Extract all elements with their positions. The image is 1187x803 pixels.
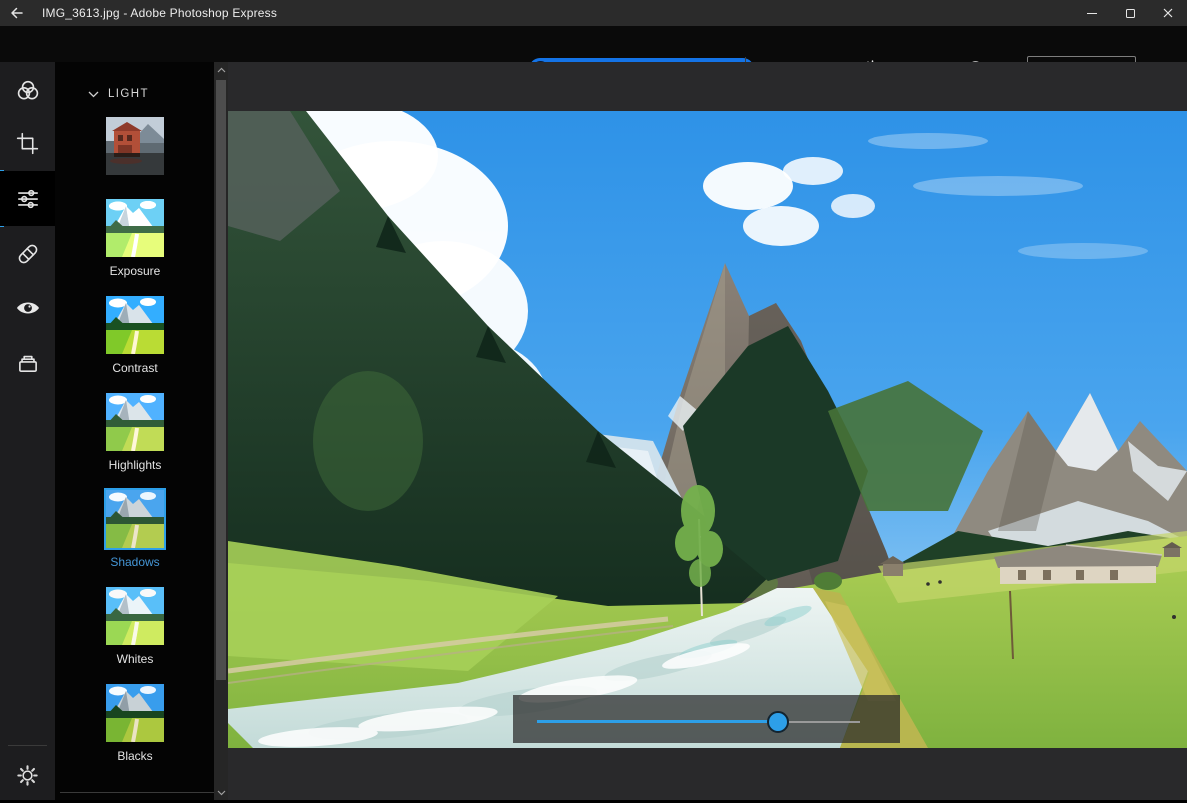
adjustment-thumbnail[interactable] bbox=[106, 117, 164, 175]
slider-fill bbox=[537, 720, 778, 723]
tool-rail bbox=[0, 62, 55, 800]
panel-scrollbar[interactable] bbox=[214, 62, 228, 800]
adjustment-label: Contrast bbox=[112, 359, 157, 378]
adjustment-thumbnail[interactable] bbox=[106, 587, 164, 645]
window-title: IMG_3613.jpg - Adobe Photoshop Express bbox=[42, 6, 277, 20]
adjustment-item[interactable]: Shadows bbox=[106, 490, 164, 572]
adjustment-label: Blacks bbox=[117, 747, 152, 766]
tool-adjustments[interactable] bbox=[0, 171, 55, 226]
thumbnail-preview-image bbox=[106, 199, 164, 257]
light-section-header[interactable]: LIGHT bbox=[55, 86, 228, 102]
adjustment-label: Shadows bbox=[110, 553, 159, 572]
adjustment-label: Highlights bbox=[109, 456, 162, 475]
maximize-button[interactable] bbox=[1111, 0, 1149, 26]
adjustment-item[interactable]: Whites bbox=[106, 587, 164, 669]
window-controls bbox=[1073, 0, 1187, 26]
adjustment-thumbnail[interactable] bbox=[106, 490, 164, 548]
tool-looks[interactable] bbox=[0, 62, 55, 117]
thumbnail-preview-image bbox=[106, 587, 164, 645]
light-section-label: LIGHT bbox=[108, 88, 149, 100]
thumbnail-preview-image bbox=[106, 117, 164, 175]
minimize-button[interactable] bbox=[1073, 0, 1111, 26]
slider-track[interactable] bbox=[537, 720, 860, 723]
thumbnail-preview-image bbox=[106, 296, 164, 354]
tool-borders[interactable] bbox=[0, 335, 55, 390]
adjustment-item[interactable]: Exposure bbox=[106, 199, 164, 281]
gear-icon bbox=[15, 763, 40, 788]
adjustment-list: Exposure bbox=[55, 117, 215, 781]
healing-bandaid-icon bbox=[15, 241, 41, 267]
adjustment-label: Exposure bbox=[110, 262, 161, 281]
close-icon bbox=[1163, 8, 1173, 18]
tool-crop[interactable] bbox=[0, 116, 55, 171]
adjustment-item[interactable]: Highlights bbox=[106, 393, 164, 475]
adjustment-thumbnail[interactable] bbox=[106, 296, 164, 354]
settings-button[interactable] bbox=[0, 748, 55, 803]
mountain-landscape-photo bbox=[228, 111, 1187, 748]
adjustment-thumbnail[interactable] bbox=[106, 393, 164, 451]
adjustments-sliders-icon bbox=[15, 186, 41, 212]
chevron-down-icon bbox=[217, 790, 226, 796]
adjustment-thumbnail[interactable] bbox=[106, 684, 164, 742]
thumbnail-preview-image bbox=[106, 393, 164, 451]
borders-stack-icon bbox=[15, 350, 41, 376]
adjustment-thumbnail[interactable] bbox=[106, 199, 164, 257]
adjustment-item[interactable]: Contrast bbox=[106, 296, 164, 378]
photo-canvas[interactable] bbox=[228, 111, 1187, 748]
tool-healing[interactable] bbox=[0, 226, 55, 281]
arrow-left-icon bbox=[9, 5, 25, 21]
slider-handle[interactable] bbox=[767, 711, 789, 733]
close-button[interactable] bbox=[1149, 0, 1187, 26]
scrollbar-thumb[interactable] bbox=[216, 80, 226, 680]
adjustment-item[interactable] bbox=[106, 117, 164, 184]
thumbnail-preview-image bbox=[106, 684, 164, 742]
panel-divider bbox=[60, 792, 214, 793]
chevron-up-icon bbox=[217, 67, 226, 73]
scroll-up-button[interactable] bbox=[214, 62, 228, 77]
adjustment-label: Whites bbox=[117, 650, 154, 669]
rail-divider bbox=[8, 745, 47, 746]
adjustment-slider-overlay bbox=[513, 695, 900, 743]
adjustment-item[interactable]: Blacks bbox=[106, 684, 164, 766]
minimize-icon bbox=[1087, 13, 1097, 14]
titlebar: IMG_3613.jpg - Adobe Photoshop Express bbox=[0, 0, 1187, 26]
crop-icon bbox=[15, 131, 40, 156]
maximize-icon bbox=[1126, 9, 1135, 18]
workspace bbox=[228, 62, 1187, 800]
toolbar: Ps Get PS Express on Mobile for FREE bbox=[0, 26, 1187, 62]
adjustments-panel: LIGHT bbox=[55, 62, 228, 800]
thumbnail-preview-image bbox=[106, 490, 164, 548]
looks-icon bbox=[15, 77, 41, 103]
chevron-down-icon bbox=[88, 91, 99, 98]
red-eye-icon bbox=[15, 295, 41, 321]
scroll-down-button[interactable] bbox=[214, 785, 228, 800]
back-button[interactable] bbox=[0, 0, 34, 26]
tool-red-eye[interactable] bbox=[0, 280, 55, 335]
